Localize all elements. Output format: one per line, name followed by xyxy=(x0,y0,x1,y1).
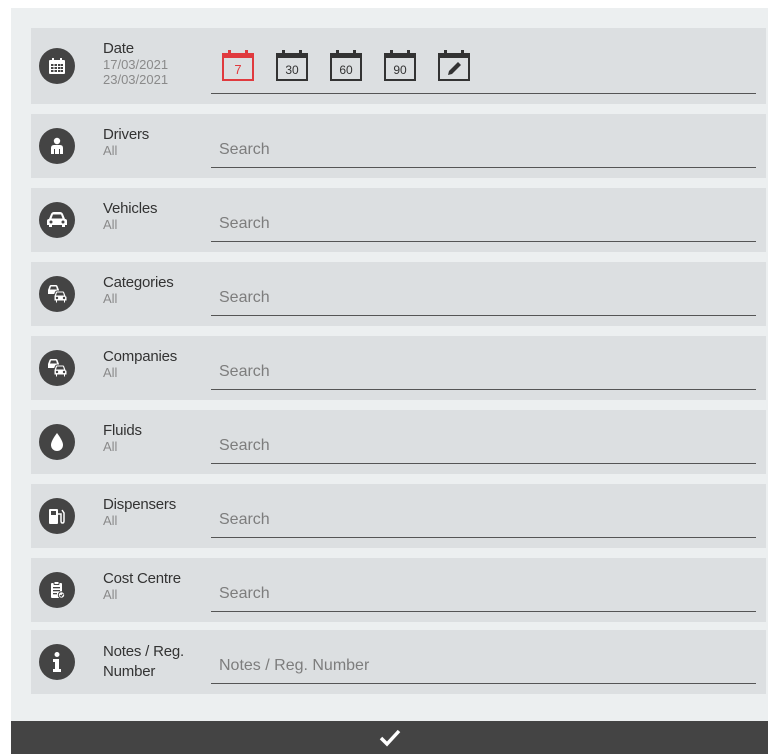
row-value: All xyxy=(103,513,118,528)
vehicles-search-field xyxy=(211,207,756,242)
confirm-button[interactable] xyxy=(11,721,768,754)
preset-60-days-button[interactable]: 60 xyxy=(329,48,363,82)
row-title: Notes / Reg. Number xyxy=(103,643,184,680)
date-preset-bar: 7 30 60 90 xyxy=(211,37,756,94)
fluids-search-field xyxy=(211,429,756,464)
fuel-pump-icon xyxy=(39,498,75,534)
filter-row-companies: Companies All xyxy=(31,336,766,400)
custom-date-pencil-icon[interactable] xyxy=(437,48,471,82)
date-from: 17/03/2021 xyxy=(103,57,169,72)
notes-reg-number-input[interactable] xyxy=(211,657,756,675)
svg-text:30: 30 xyxy=(285,63,299,77)
preset-90-days-button[interactable]: 90 xyxy=(383,48,417,82)
filter-row-categories: Categories All xyxy=(31,262,766,326)
filter-row-date: Date 17/03/2021 23/03/2021 7 30 60 90 xyxy=(31,28,766,104)
row-value: All xyxy=(103,587,118,602)
filter-row-fluids: Fluids All xyxy=(31,410,766,474)
clipboard-check-icon xyxy=(39,572,75,608)
row-title: Companies xyxy=(103,348,178,365)
row-title: Vehicles xyxy=(103,200,158,217)
cars-icon xyxy=(39,350,75,386)
row-title: Dispensers xyxy=(103,496,177,513)
filter-row-drivers: Drivers All xyxy=(31,114,766,178)
person-icon xyxy=(39,128,75,164)
preset-30-days-button[interactable]: 30 xyxy=(275,48,309,82)
row-title: Categories xyxy=(103,274,174,291)
checkmark-icon xyxy=(379,729,400,747)
svg-text:60: 60 xyxy=(339,63,353,77)
filter-row-cost-centre: Cost Centre All xyxy=(31,558,766,622)
row-title: Cost Centre xyxy=(103,570,181,587)
row-value: All xyxy=(103,217,118,232)
info-icon xyxy=(39,644,75,680)
filter-row-vehicles: Vehicles All xyxy=(31,188,766,252)
cars-icon xyxy=(39,276,75,312)
row-title: Date xyxy=(103,40,134,57)
row-value: All xyxy=(103,291,118,306)
car-icon xyxy=(39,202,75,238)
fluids-search-input[interactable] xyxy=(211,437,756,455)
categories-search-input[interactable] xyxy=(211,289,756,307)
row-title: Drivers xyxy=(103,126,150,143)
row-value: All xyxy=(103,365,118,380)
companies-search-input[interactable] xyxy=(211,363,756,381)
row-value: All xyxy=(103,439,118,454)
dispensers-search-input[interactable] xyxy=(211,511,756,529)
companies-search-field xyxy=(211,355,756,390)
preset-7-days-button[interactable]: 7 xyxy=(221,48,255,82)
dispensers-search-field xyxy=(211,503,756,538)
cost-centre-search-field xyxy=(211,577,756,612)
categories-search-field xyxy=(211,281,756,316)
cost-centre-search-input[interactable] xyxy=(211,585,756,603)
svg-text:7: 7 xyxy=(234,62,241,77)
filter-row-notes: Notes / Reg. Number xyxy=(31,630,766,694)
filter-row-dispensers: Dispensers All xyxy=(31,484,766,548)
svg-text:90: 90 xyxy=(393,63,407,77)
calendar-icon xyxy=(39,48,75,84)
drivers-search-input[interactable] xyxy=(211,141,756,159)
drop-icon xyxy=(39,424,75,460)
vehicles-search-input[interactable] xyxy=(211,215,756,233)
date-to: 23/03/2021 xyxy=(103,72,169,87)
notes-field xyxy=(211,649,756,684)
row-title: Fluids xyxy=(103,422,142,439)
drivers-search-field xyxy=(211,133,756,168)
row-value: All xyxy=(103,143,118,158)
